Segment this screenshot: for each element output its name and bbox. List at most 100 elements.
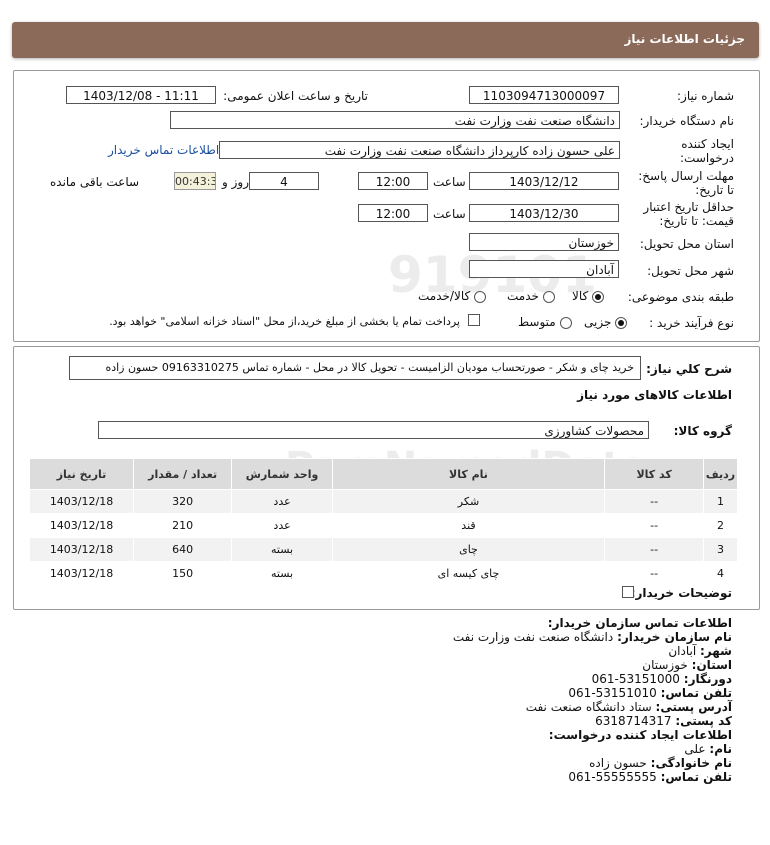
creator-phone-label: تلفن تماس: xyxy=(660,770,732,784)
goods-group-label: گروه کالا: xyxy=(673,424,732,438)
row-unit: بسته xyxy=(231,561,333,586)
row-quantity: 210 xyxy=(133,513,233,538)
creator-contact-title: اطلاعات ایجاد کننده درخواست: xyxy=(548,728,732,742)
row-unit: عدد xyxy=(231,513,333,538)
contact-province-label: استان: xyxy=(691,658,732,672)
postal-line: کد پستی: 6318714317 xyxy=(595,714,732,728)
process-option-medium-label: متوسط xyxy=(518,315,556,329)
first-name-line: نام: علی xyxy=(684,742,732,756)
validity-time-label: ساعت xyxy=(433,207,466,221)
first-name-value: علی xyxy=(684,742,706,756)
category-option-service-label: خدمت xyxy=(507,289,539,303)
validity-date-field: 1403/12/30 xyxy=(469,204,619,222)
category-option-both[interactable]: کالا/خدمت xyxy=(418,289,487,303)
reply-time-field: 12:00 xyxy=(358,172,428,190)
process-option-minor[interactable]: جزیی xyxy=(584,315,628,329)
col-code: کد کالا xyxy=(604,458,705,490)
contact-city-value: آبادان xyxy=(668,644,697,658)
reply-days-field: 4 xyxy=(249,172,319,190)
last-name-value: حسون زاده xyxy=(589,756,647,770)
phone-value: 53151010-061 xyxy=(568,686,657,700)
row-quantity: 320 xyxy=(133,489,233,514)
address-line: آدرس پستی: ستاد دانشگاه صنعت نفت xyxy=(526,700,732,714)
table-row: 1 -- شکر عدد 320 1403/12/18 xyxy=(28,489,738,514)
row-code: -- xyxy=(604,561,705,586)
process-radio-minor[interactable] xyxy=(615,316,628,329)
buyer-notes-checkbox[interactable] xyxy=(622,586,634,598)
fax-value: 53151000-061 xyxy=(591,672,680,686)
city-field: آبادان xyxy=(469,260,619,278)
fax-line: دورنگار: 53151000-061 xyxy=(592,672,732,686)
city-line: شهر: آبادان xyxy=(668,644,732,658)
process-option-minor-label: جزیی xyxy=(584,315,612,329)
treasury-payment-note: پرداخت تمام یا بخشی از مبلغ خرید،از محل … xyxy=(109,315,460,328)
org-name-label: نام سازمان خریدار: xyxy=(617,630,732,644)
category-option-goods-label: کالا xyxy=(572,289,589,303)
row-date: 1403/12/18 xyxy=(28,513,135,538)
remaining-label: ساعت باقی مانده xyxy=(50,175,140,189)
category-label: طبقه بندی موضوعی: xyxy=(627,290,734,304)
validity-label-line2: قیمت: تا تاریخ: xyxy=(659,214,734,228)
remaining-timer: 00:43:33 xyxy=(174,172,216,190)
contact-province-value: خوزستان xyxy=(642,658,688,672)
buyer-notes-label: توضیحات خریدار: xyxy=(630,586,732,600)
treasury-payment-checkbox[interactable] xyxy=(468,314,480,326)
row-date: 1403/12/18 xyxy=(28,561,135,586)
buyer-org-label: نام دستگاه خریدار: xyxy=(639,114,735,128)
row-date: 1403/12/18 xyxy=(28,537,135,562)
row-quantity: 640 xyxy=(133,537,233,562)
org-name-value: دانشگاه صنعت نفت وزارت نفت xyxy=(452,630,614,644)
last-name-line: نام خانوادگی: حسون زاده xyxy=(589,756,732,770)
province-label: استان محل تحویل: xyxy=(639,237,734,251)
category-option-service[interactable]: خدمت xyxy=(507,289,555,303)
table-row: 2 -- قند عدد 210 1403/12/18 xyxy=(28,513,738,538)
description-label: شرح کلي نياز: xyxy=(646,362,732,376)
creator-field: علی حسون زاده کارپرداز دانشگاه صنعت نفت … xyxy=(219,141,620,159)
goods-section-title: اطلاعات کالاهای مورد نیاز xyxy=(577,388,732,402)
announce-field: 1403/12/08 - 11:11 xyxy=(66,86,216,104)
col-date: تاریخ نیاز xyxy=(28,458,135,490)
row-index: 2 xyxy=(703,513,738,538)
category-radio-both[interactable] xyxy=(474,290,487,303)
category-option-both-label: کالا/خدمت xyxy=(418,289,471,303)
postal-value: 6318714317 xyxy=(595,714,672,728)
row-quantity: 150 xyxy=(133,561,233,586)
description-field: خرید چای و شکر - صورتحساب مودیان الزامیس… xyxy=(69,356,641,380)
category-option-goods[interactable]: کالا xyxy=(572,289,605,303)
col-name: نام کالا xyxy=(331,458,606,490)
row-code: -- xyxy=(604,513,705,538)
reply-deadline-label-line2: تا تاریخ: xyxy=(695,183,734,197)
table-row: 4 -- چای کیسه ای بسته 150 1403/12/18 xyxy=(28,561,738,586)
creator-label-line2: درخواست: xyxy=(680,151,734,165)
table-row: 3 -- چای بسته 640 1403/12/18 xyxy=(28,537,738,562)
row-date: 1403/12/18 xyxy=(28,489,135,514)
phone-line: تلفن تماس: 53151010-061 xyxy=(568,686,732,700)
process-label: نوع فرآیند خرید : xyxy=(649,316,734,330)
buyer-contact-link[interactable]: اطلاعات تماس خریدار xyxy=(108,143,219,157)
org-name-line: نام سازمان خریدار: دانشگاه صنعت نفت وزار… xyxy=(453,630,732,644)
row-unit: عدد xyxy=(231,489,333,514)
category-radio-service[interactable] xyxy=(542,290,555,303)
col-unit: واحد شمارش xyxy=(231,458,333,490)
postal-label: کد پستی: xyxy=(675,714,732,728)
need-number-field: 1103094713000097 xyxy=(469,86,619,104)
process-radio-medium[interactable] xyxy=(559,316,572,329)
creator-label-line1: ایجاد کننده xyxy=(681,137,734,151)
days-label: روز و xyxy=(222,175,249,189)
reply-time-label: ساعت xyxy=(433,175,466,189)
contact-city-label: شهر: xyxy=(700,644,732,658)
reply-deadline-label-line1: مهلت ارسال پاسخ: xyxy=(638,169,734,183)
last-name-label: نام خانوادگی: xyxy=(650,756,732,770)
row-name: شکر xyxy=(331,489,606,514)
goods-table-header: ردیف کد کالا نام کالا واحد شمارش تعداد /… xyxy=(28,458,738,490)
page-title: جزئیات اطلاعات نیاز xyxy=(624,32,745,46)
announce-label: تاریخ و ساعت اعلان عمومی: xyxy=(223,89,368,103)
goods-group-field: محصولات کشاورزی xyxy=(98,421,649,439)
row-index: 4 xyxy=(703,561,738,586)
address-label: آدرس پستی: xyxy=(655,700,732,714)
page-header: جزئیات اطلاعات نیاز xyxy=(12,22,759,58)
need-number-label: شماره نیاز: xyxy=(677,89,734,103)
category-radio-goods[interactable] xyxy=(592,290,605,303)
process-option-medium[interactable]: متوسط xyxy=(518,315,572,329)
validity-time-field: 12:00 xyxy=(358,204,428,222)
